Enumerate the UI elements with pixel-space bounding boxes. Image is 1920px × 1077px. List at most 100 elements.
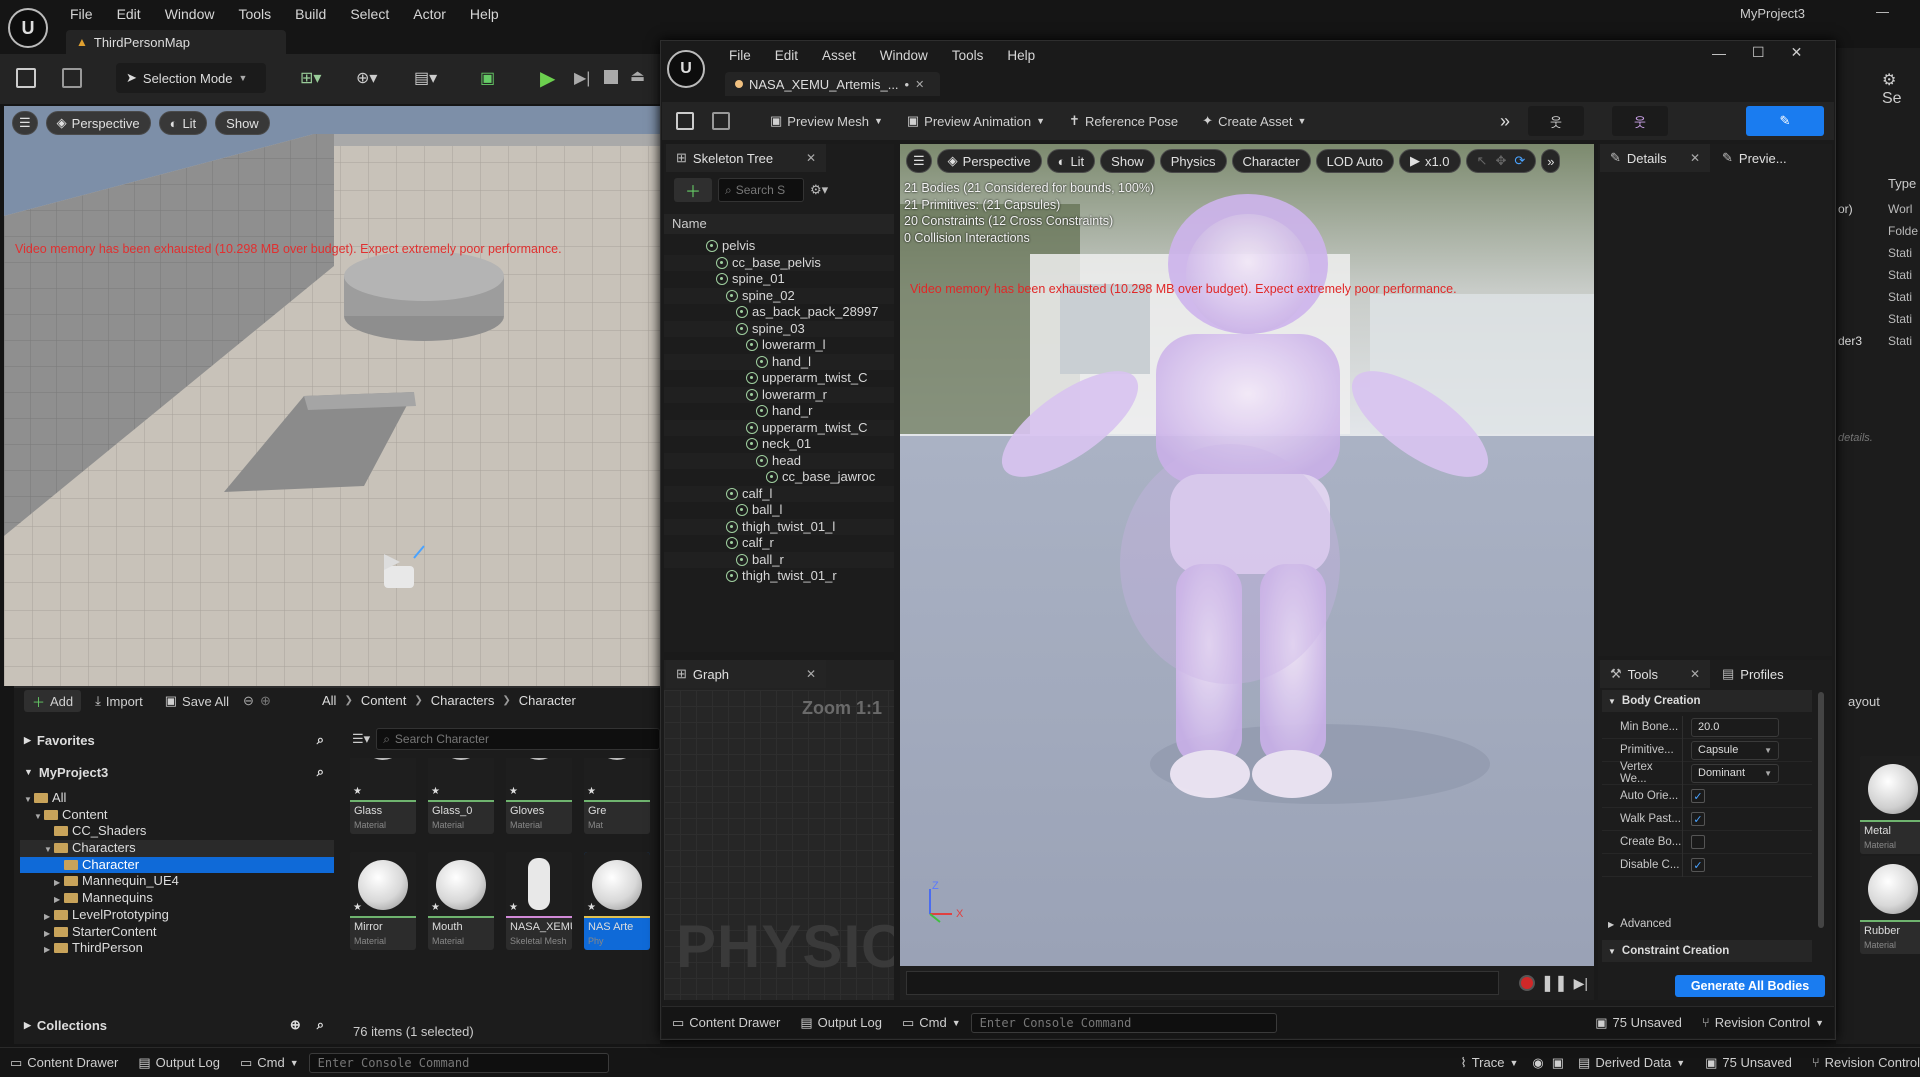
- bone-row[interactable]: upperarm_twist_C: [664, 419, 894, 436]
- selection-mode-button[interactable]: ➤ Selection Mode ▼: [116, 63, 266, 93]
- minimize-icon[interactable]: —: [1712, 45, 1726, 61]
- bone-row[interactable]: thigh_twist_01_l: [664, 518, 894, 535]
- property-checkbox[interactable]: ✓: [1691, 789, 1705, 803]
- bone-row[interactable]: upperarm_twist_C: [664, 370, 894, 387]
- console-input[interactable]: Enter Console Command: [970, 1012, 1277, 1033]
- preview-settings-tab[interactable]: ✎ Previe...: [1712, 144, 1830, 172]
- close-window-icon[interactable]: ✕: [1791, 44, 1803, 61]
- pause-button[interactable]: ❚❚: [1541, 973, 1568, 993]
- graph-canvas[interactable]: Zoom 1:1 PHYSIC: [664, 690, 894, 1000]
- derived-data-button[interactable]: ▤ Derived Data ▼: [1568, 1049, 1695, 1077]
- add-actor-icon[interactable]: ⊞▾: [300, 68, 321, 88]
- preview-animation-button[interactable]: ▣ Preview Animation ▼: [899, 107, 1053, 135]
- project-header[interactable]: ▼ MyProject3 ⌕: [24, 762, 334, 782]
- asset-tile[interactable]: ★ Glass_0 Material: [428, 758, 494, 834]
- editor-menu-item[interactable]: Help: [995, 48, 1047, 63]
- folder-item[interactable]: ▼ All: [20, 790, 334, 807]
- screenshot-icon[interactable]: ▣: [1548, 1049, 1568, 1077]
- editor-menu-item[interactable]: Edit: [763, 48, 810, 63]
- expand-arrow-icon[interactable]: ▶: [44, 942, 54, 959]
- bone-row[interactable]: ball_l: [664, 502, 894, 519]
- play-button[interactable]: ▶: [540, 66, 555, 91]
- record-button[interactable]: [1518, 975, 1535, 991]
- record-icon[interactable]: ◉: [1528, 1049, 1547, 1077]
- bone-row[interactable]: hand_l: [664, 353, 894, 370]
- settings-icon[interactable]: ⚙▾: [810, 182, 828, 198]
- skeleton-tree-tab[interactable]: ⊞ Skeleton Tree ✕: [666, 144, 826, 172]
- menu-item[interactable]: Actor: [401, 6, 458, 22]
- search-icon[interactable]: ⌕: [317, 764, 324, 780]
- bone-row[interactable]: head: [664, 452, 894, 469]
- revision-control-button[interactable]: ⑂ Revision Control: [1802, 1049, 1920, 1077]
- minimize-window-icon[interactable]: —: [1876, 4, 1889, 19]
- close-panel-icon[interactable]: ✕: [1690, 151, 1700, 165]
- add-collection-icon[interactable]: ⊕: [290, 1017, 301, 1033]
- unsaved-button[interactable]: ▣ 75 Unsaved: [1695, 1049, 1802, 1077]
- unreal-logo[interactable]: U: [8, 8, 48, 48]
- stop-button[interactable]: [604, 70, 618, 84]
- star-icon[interactable]: ★: [353, 902, 362, 913]
- hamburger-menu-icon[interactable]: ☰: [12, 111, 38, 135]
- asset-tile[interactable]: ★ NAS Arte Phy: [584, 852, 650, 950]
- generate-all-bodies-button[interactable]: Generate All Bodies: [1675, 975, 1825, 997]
- physics-button[interactable]: Physics: [1159, 149, 1227, 173]
- cmd-dropdown[interactable]: ▭ Cmd ▼: [230, 1049, 309, 1077]
- import-button[interactable]: ⤓ Import: [87, 690, 151, 712]
- lit-button[interactable]: ◐ Lit: [1046, 149, 1096, 173]
- physics-mode-button[interactable]: ✎: [1746, 106, 1824, 136]
- property-checkbox[interactable]: ✓: [1691, 858, 1705, 872]
- bone-row[interactable]: ball_r: [664, 551, 894, 568]
- bone-row[interactable]: neck_01: [664, 436, 894, 453]
- outliner-row[interactable]: Folde: [1836, 220, 1920, 242]
- asset-tile[interactable]: ★ Gloves Material: [506, 758, 572, 834]
- expand-arrow-icon[interactable]: ▼: [44, 842, 54, 859]
- folder-item[interactable]: Character: [20, 856, 334, 874]
- save-icon[interactable]: [676, 112, 694, 130]
- level-tab[interactable]: ▲ ThirdPersonMap: [66, 30, 286, 54]
- menu-item[interactable]: File: [58, 6, 105, 22]
- bone-row[interactable]: calf_l: [664, 485, 894, 502]
- editor-logo[interactable]: U: [667, 50, 705, 88]
- bone-row[interactable]: cc_base_pelvis: [664, 254, 894, 271]
- settings-icon[interactable]: ⚙ Se: [1882, 70, 1920, 108]
- property-dropdown[interactable]: Dominant ▼: [1691, 763, 1779, 783]
- mesh-mode-button[interactable]: 웃: [1612, 106, 1668, 136]
- asset-tab[interactable]: NASA_XEMU_Artemis_... • ✕: [725, 72, 940, 96]
- folder-item[interactable]: ▶ StarterContent: [20, 924, 334, 941]
- folder-item[interactable]: ▼ Characters: [20, 840, 334, 857]
- constraint-creation-header[interactable]: ▼ Constraint Creation: [1602, 940, 1812, 962]
- step-button[interactable]: ▶|: [574, 68, 590, 88]
- bone-row[interactable]: as_back_pack_28997: [664, 304, 894, 321]
- add-button[interactable]: ＋ Add: [24, 690, 82, 712]
- content-drawer-button[interactable]: ▭ Content Drawer: [662, 1009, 790, 1037]
- tools-tab[interactable]: ⚒ Tools ✕: [1600, 660, 1710, 688]
- skeleton-mode-button[interactable]: 웃: [1528, 106, 1584, 136]
- star-icon[interactable]: ★: [509, 902, 518, 913]
- lod-button[interactable]: LOD Auto: [1315, 149, 1394, 173]
- console-input[interactable]: Enter Console Command: [308, 1052, 609, 1073]
- close-tab-icon[interactable]: ✕: [915, 78, 924, 91]
- folder-item[interactable]: ▶ LevelPrototyping: [20, 907, 334, 924]
- folder-item[interactable]: ▼ Content: [20, 807, 334, 824]
- body-creation-header[interactable]: ▼ Body Creation: [1602, 690, 1812, 712]
- close-panel-icon[interactable]: ✕: [806, 151, 816, 165]
- star-icon[interactable]: ★: [509, 786, 518, 797]
- bone-row[interactable]: thigh_twist_01_r: [664, 568, 894, 585]
- outliner-row[interactable]: Stati: [1836, 286, 1920, 308]
- outliner-row[interactable]: Stati: [1836, 264, 1920, 286]
- outliner-row[interactable]: der3 Stati: [1836, 330, 1920, 352]
- menu-item[interactable]: Edit: [105, 6, 153, 22]
- folder-item[interactable]: ▶ Mannequin_UE4: [20, 873, 334, 890]
- editor-menu-item[interactable]: Window: [868, 48, 940, 63]
- asset-tile[interactable]: ★ Mouth Material: [428, 852, 494, 950]
- menu-item[interactable]: Help: [458, 6, 511, 22]
- output-log-button[interactable]: ▤ Output Log: [128, 1049, 230, 1077]
- editor-menu-item[interactable]: File: [717, 48, 763, 63]
- bone-row[interactable]: lowerarm_l: [664, 337, 894, 354]
- collections-header[interactable]: ▶ Collections ⊕ ⌕: [24, 1015, 334, 1035]
- content-drawer-button[interactable]: ▭ Content Drawer: [0, 1049, 128, 1077]
- bone-row[interactable]: cc_base_jawroc: [664, 469, 894, 486]
- create-asset-button[interactable]: ✦ Create Asset ▼: [1194, 107, 1314, 135]
- menu-item[interactable]: Build: [283, 6, 338, 22]
- lit-button[interactable]: ◐ Lit: [158, 111, 208, 135]
